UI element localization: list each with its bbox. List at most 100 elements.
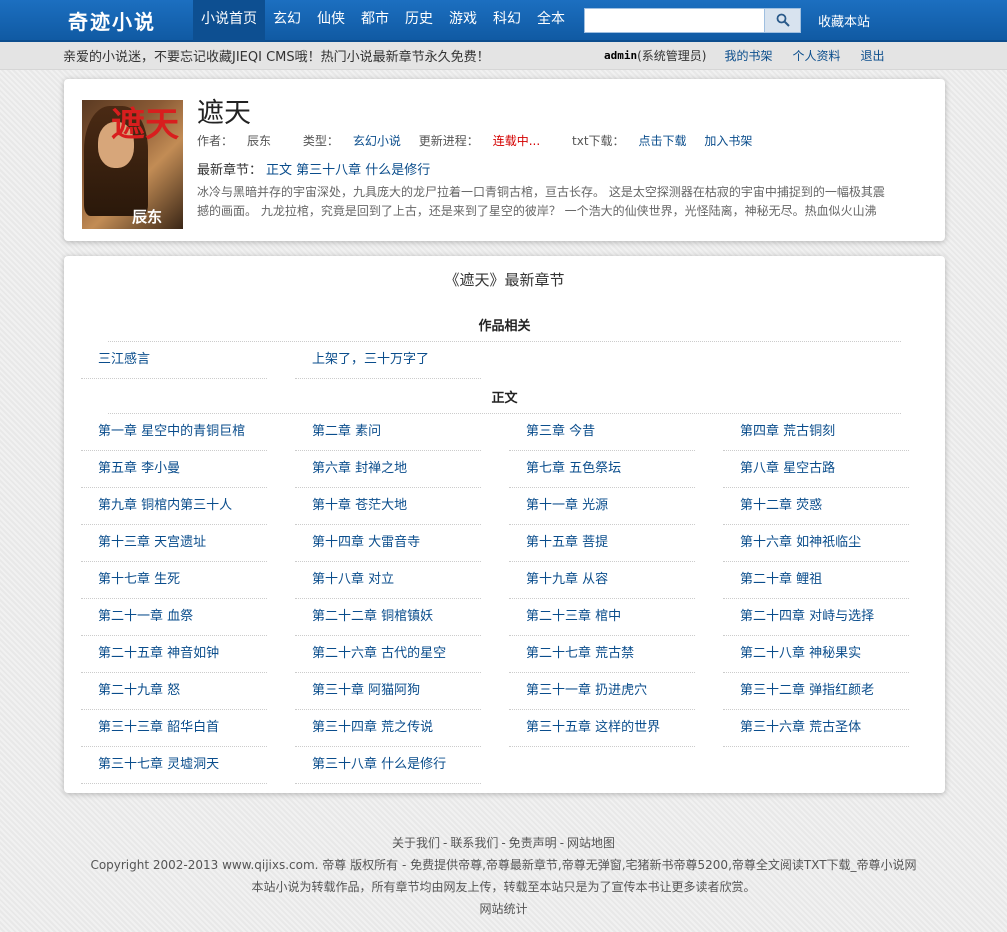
chapter-link[interactable]: 第二十七章 荒古禁 [526, 646, 634, 661]
chapter-link[interactable]: 上架了，三十万字了 [312, 352, 429, 367]
add-to-bookshelf-link[interactable]: 加入书架 [704, 134, 752, 148]
nav-item-xianxia[interactable]: 仙侠 [309, 0, 353, 41]
chapter-link[interactable]: 第一章 星空中的青铜巨棺 [98, 424, 245, 439]
chapter-item: 第三十七章 灵墟洞天 [81, 747, 267, 784]
logout-link[interactable]: 退出 [861, 47, 885, 64]
volume-chapter-list: 三江感言 上架了，三十万字了 [64, 342, 945, 379]
notice-text: 亲爱的小说迷，不要忘记收藏JIEQI CMS哦！热门小说最新章节永久免费！ [63, 50, 490, 65]
book-description: 冰冷与黑暗并存的宇宙深处，九具庞大的龙尸拉着一口青铜古棺，亘古长存。 这是太空探… [197, 185, 885, 218]
chapter-link[interactable]: 第三十一章 扔进虎穴 [526, 683, 647, 698]
nav-item-quanben[interactable]: 全本 [529, 0, 573, 41]
sub-bar: 亲爱的小说迷，不要忘记收藏JIEQI CMS哦！热门小说最新章节永久免费！ ad… [0, 42, 1007, 70]
txt-download-link[interactable]: 点击下载 [639, 134, 687, 148]
chapter-link[interactable]: 第三十五章 这样的世界 [526, 720, 660, 735]
user-role: (系统管理员) [637, 49, 707, 63]
chapter-link[interactable]: 第三十八章 什么是修行 [312, 757, 446, 772]
chapter-link[interactable]: 第三十二章 弹指红颜老 [740, 683, 874, 698]
book-cover[interactable]: 遮天 辰东 [82, 100, 183, 229]
chapter-item: 第三十六章 荒古圣体 [723, 710, 909, 747]
chapter-link[interactable]: 第二十二章 铜棺镇妖 [312, 609, 433, 624]
nav-item-xuanhuan[interactable]: 玄幻 [265, 0, 309, 41]
chapter-link[interactable]: 第二十章 鲤祖 [740, 572, 822, 587]
chapter-link[interactable]: 第二十四章 对峙与选择 [740, 609, 874, 624]
chapter-item: 第四章 荒古铜刻 [723, 414, 909, 451]
chapter-link[interactable]: 第三十四章 荒之传说 [312, 720, 433, 735]
chapter-link[interactable]: 第十一章 光源 [526, 498, 608, 513]
nav-item-youxi[interactable]: 游戏 [441, 0, 485, 41]
latest-chapter-link[interactable]: 正文 第三十八章 什么是修行 [266, 163, 430, 178]
chapter-link[interactable]: 第三十六章 荒古圣体 [740, 720, 861, 735]
chapter-item: 第三十一章 扔进虎穴 [509, 673, 695, 710]
latest-chapter: 最新章节： 正文 第三十八章 什么是修行 [197, 163, 431, 178]
chapter-link[interactable]: 第八章 星空古路 [740, 461, 835, 476]
chapter-link[interactable]: 第三十七章 灵墟洞天 [98, 757, 219, 772]
chapter-link[interactable]: 第四章 荒古铜刻 [740, 424, 835, 439]
chapter-link[interactable]: 第二十八章 神秘果实 [740, 646, 861, 661]
site-logo[interactable]: 奇迹小说 [0, 6, 193, 35]
chapter-item: 第二十三章 棺中 [509, 599, 695, 636]
chapter-link[interactable]: 第十六章 如神祇临尘 [740, 535, 861, 550]
chapter-link[interactable]: 第二十三章 棺中 [526, 609, 621, 624]
search-input[interactable] [584, 7, 765, 33]
copyright-text: Copyright 2002-2013 www.qijixs.com. 帝尊 版… [90, 858, 917, 872]
nav-item-kehuan[interactable]: 科幻 [485, 0, 529, 41]
chapter-item: 第三十二章 弹指红颜老 [723, 673, 909, 710]
chapter-link[interactable]: 第二章 素问 [312, 424, 381, 439]
chapter-link[interactable]: 第十七章 生死 [98, 572, 180, 587]
nav-item-dushi[interactable]: 都市 [353, 0, 397, 41]
chapter-list-panel: 《遮天》最新章节 作品相关 三江感言 上架了，三十万字了 正文 第一章 星空中的青… [64, 256, 945, 793]
chapter-item: 第二十七章 荒古禁 [509, 636, 695, 673]
nav-item-lishi[interactable]: 历史 [397, 0, 441, 41]
sitemap-link[interactable]: 网站地图 [567, 836, 615, 850]
top-navbar: 奇迹小说 小说首页 玄幻 仙侠 都市 历史 游戏 科幻 全本 收藏本站 [0, 0, 1007, 42]
chapter-item: 第三章 今昔 [509, 414, 695, 451]
bookmark-site-link[interactable]: 收藏本站 [818, 11, 870, 30]
cover-author-text: 辰东 [132, 208, 163, 226]
chapter-item: 第二十五章 神音如钟 [81, 636, 267, 673]
chapter-link[interactable]: 第十九章 从容 [526, 572, 608, 587]
main-nav: 小说首页 玄幻 仙侠 都市 历史 游戏 科幻 全本 [193, 0, 573, 41]
chapter-link[interactable]: 第十章 苍茫大地 [312, 498, 407, 513]
book-meta: 作者： 辰东 类型： 玄幻小说 更新进程： 连载中... txt下载： 点击下载 加入书… [197, 134, 753, 148]
chapter-item: 第二章 素问 [295, 414, 481, 451]
chapter-link[interactable]: 第十三章 天宫遗址 [98, 535, 206, 550]
chapter-link[interactable]: 第十八章 对立 [312, 572, 394, 587]
chapter-item: 第十三章 天宫遗址 [81, 525, 267, 562]
chapter-item: 第五章 李小曼 [81, 451, 267, 488]
chapter-link[interactable]: 第二十一章 血祭 [98, 609, 193, 624]
chapter-link[interactable]: 第五章 李小曼 [98, 461, 180, 476]
chapter-link[interactable]: 第三章 今昔 [526, 424, 595, 439]
chapter-item: 第三十五章 这样的世界 [509, 710, 695, 747]
disclaimer-link[interactable]: 免责声明 [509, 836, 557, 850]
chapter-link[interactable]: 第二十九章 怒 [98, 683, 180, 698]
chapter-link[interactable]: 第六章 封禅之地 [312, 461, 407, 476]
chapter-item: 第十九章 从容 [509, 562, 695, 599]
chapter-link[interactable]: 第九章 铜棺内第三十人 [98, 498, 232, 513]
about-us-link[interactable]: 关于我们 [392, 836, 440, 850]
chapter-item: 第十五章 菩提 [509, 525, 695, 562]
chapter-link[interactable]: 第二十五章 神音如钟 [98, 646, 219, 661]
chapter-link[interactable]: 第十二章 荧惑 [740, 498, 822, 513]
chapter-link[interactable]: 第二十六章 古代的星空 [312, 646, 446, 661]
book-author: 辰东 [247, 134, 272, 148]
chapter-link[interactable]: 第三十章 阿猫阿狗 [312, 683, 420, 698]
search-button[interactable] [765, 7, 801, 33]
username: admin [604, 49, 638, 62]
chapter-link[interactable]: 第十五章 菩提 [526, 535, 608, 550]
chapter-link[interactable]: 第十四章 大雷音寺 [312, 535, 420, 550]
chapter-link[interactable]: 第七章 五色祭坛 [526, 461, 621, 476]
site-stats-link[interactable]: 网站统计 [479, 902, 527, 916]
chapter-item: 第二十章 鲤祖 [723, 562, 909, 599]
contact-us-link[interactable]: 联系我们 [450, 836, 498, 850]
profile-link[interactable]: 个人资料 [793, 47, 841, 64]
my-bookshelf-link[interactable]: 我的书架 [725, 47, 773, 64]
chapter-item: 第三十三章 韶华白首 [81, 710, 267, 747]
chapter-item: 第十七章 生死 [81, 562, 267, 599]
book-type-link[interactable]: 玄幻小说 [353, 134, 401, 148]
search-box [584, 7, 801, 33]
chapter-link[interactable]: 三江感言 [98, 352, 150, 367]
chapter-link[interactable]: 第三十三章 韶华白首 [98, 720, 219, 735]
chapter-item: 第十八章 对立 [295, 562, 481, 599]
nav-item-home[interactable]: 小说首页 [193, 0, 265, 41]
chapter-item: 第三十章 阿猫阿狗 [295, 673, 481, 710]
